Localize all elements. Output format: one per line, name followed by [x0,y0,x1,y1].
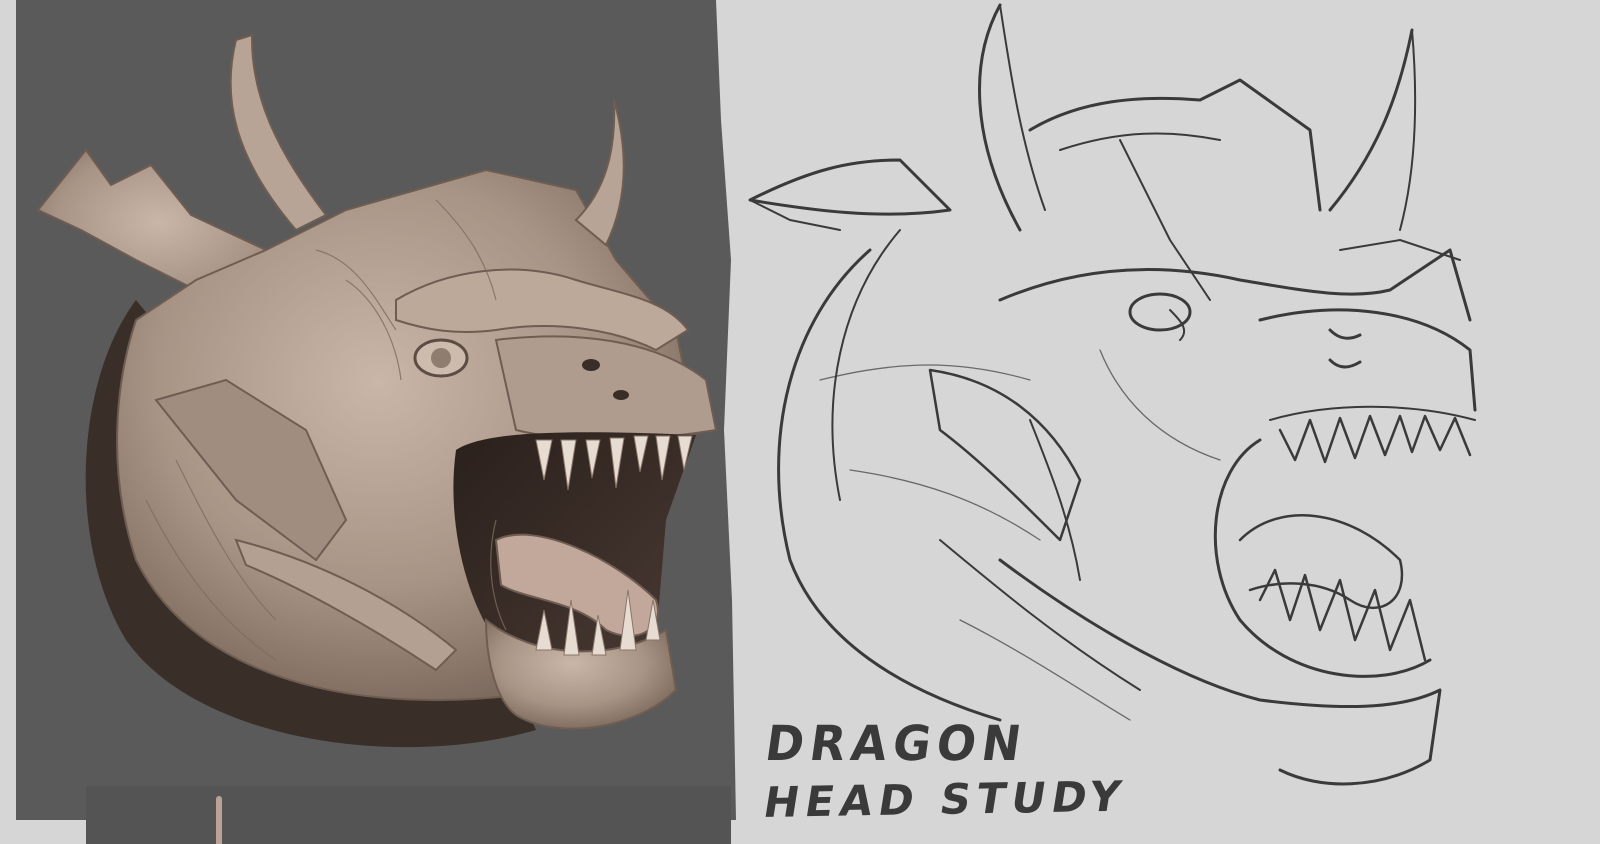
secondary-render-thumbnail [86,786,731,844]
horn-tip [216,796,222,844]
sculpt-render-panel [16,0,746,844]
sketch-title-line-1: DRAGON [762,715,1031,772]
artwork-canvas: DRAGON HEAD STUDY [0,0,1600,844]
dragon-sculpt-illustration [36,0,746,820]
sketch-title-line-2: HEAD STUDY [760,771,1131,827]
